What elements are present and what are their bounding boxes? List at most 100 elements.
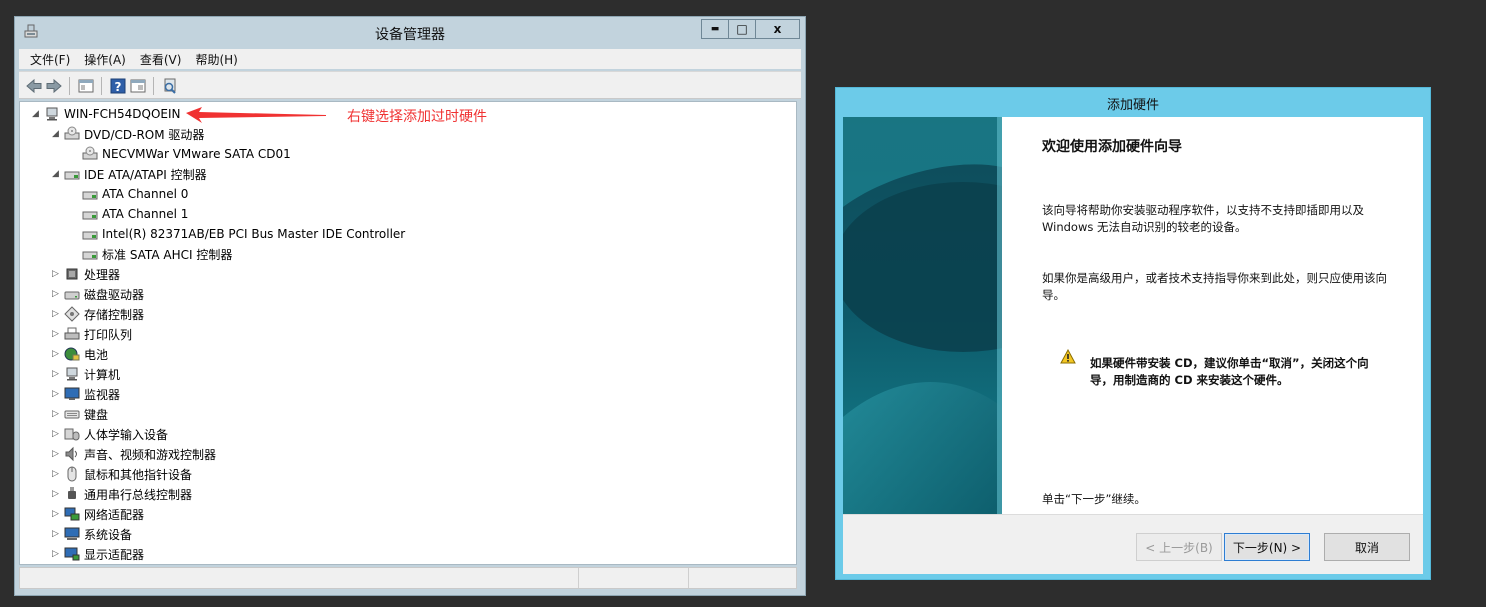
toolbar-separator bbox=[153, 77, 154, 95]
device-tree-row[interactable]: ◢ DVD/CD-ROM 驱动器 bbox=[52, 124, 205, 144]
wizard-banner bbox=[843, 117, 1002, 514]
device-tree-row[interactable]: ▷ 存储控制器 bbox=[52, 304, 145, 324]
back-button[interactable]: < 上一步(B) bbox=[1136, 533, 1222, 561]
processor-icon bbox=[66, 268, 78, 280]
expand-arrow-icon[interactable]: ▷ bbox=[52, 389, 62, 399]
menu-action[interactable]: 操作(A) bbox=[77, 51, 133, 68]
device-tree-row[interactable]: ▷ 电池 bbox=[52, 344, 108, 364]
expand-arrow-icon[interactable]: ▷ bbox=[52, 309, 62, 319]
maximize-button[interactable]: □ bbox=[728, 19, 755, 39]
device-tree-row[interactable]: ▷ 磁盘驱动器 bbox=[52, 284, 145, 304]
expand-arrow-icon[interactable]: ▷ bbox=[52, 349, 62, 359]
device-tree-label: WIN-FCH54DQOEIN bbox=[64, 107, 181, 121]
expand-arrow-icon[interactable]: ▷ bbox=[52, 549, 62, 559]
device-tree-row[interactable]: ▷ 键盘 bbox=[52, 404, 108, 424]
battery-icon bbox=[64, 347, 80, 361]
device-tree-label: DVD/CD-ROM 驱动器 bbox=[84, 127, 205, 142]
device-tree-label: 计算机 bbox=[84, 367, 121, 382]
help-icon[interactable]: ? bbox=[109, 77, 127, 95]
expand-arrow-icon[interactable]: ▷ bbox=[52, 369, 62, 379]
device-tree-label: 鼠标和其他指针设备 bbox=[84, 467, 193, 482]
collapse-arrow-icon[interactable]: ◢ bbox=[32, 109, 42, 119]
device-tree-row[interactable]: ATA Channel 1 bbox=[82, 204, 188, 224]
expand-arrow-icon[interactable]: ▷ bbox=[52, 509, 62, 519]
expand-arrow-icon[interactable]: ▷ bbox=[52, 429, 62, 439]
device-tree-label: 存储控制器 bbox=[84, 307, 145, 322]
device-tree-row[interactable]: ▷ 鼠标和其他指针设备 bbox=[52, 464, 193, 484]
device-tree-label: 声音、视频和游戏控制器 bbox=[84, 447, 217, 462]
device-tree-row[interactable]: ▷ 处理器 bbox=[52, 264, 121, 284]
close-icon: x bbox=[773, 22, 782, 36]
wizard-continue-text: 单击“下一步”继续。 bbox=[1042, 492, 1146, 506]
hid-icon bbox=[64, 428, 80, 441]
device-tree-label: ATA Channel 1 bbox=[102, 207, 189, 221]
device-tree-row[interactable]: ▷ 打印队列 bbox=[52, 324, 132, 344]
cancel-button[interactable]: 取消 bbox=[1324, 533, 1410, 561]
expand-arrow-icon[interactable]: ▷ bbox=[52, 529, 62, 539]
device-tree-row[interactable]: ◢ IDE ATA/ATAPI 控制器 bbox=[52, 164, 207, 184]
expand-arrow-icon[interactable]: ▷ bbox=[52, 449, 62, 459]
menu-file[interactable]: 文件(F) bbox=[23, 51, 77, 68]
status-segment bbox=[688, 568, 796, 588]
title-bar[interactable]: 设备管理器 ▬ □ x bbox=[15, 17, 805, 47]
wizard-heading: 欢迎使用添加硬件向导 bbox=[1042, 139, 1182, 155]
device-tree-row[interactable]: ▷ 声音、视频和游戏控制器 bbox=[52, 444, 217, 464]
device-tree[interactable]: ◢ WIN-FCH54DQOEIN ◢ DVD/CD-ROM 驱动器 NECVMWar … bbox=[19, 101, 797, 565]
update-driver-icon[interactable] bbox=[129, 77, 147, 95]
device-tree-row[interactable]: ▷ 人体学输入设备 bbox=[52, 424, 168, 444]
expand-arrow-icon[interactable]: ▷ bbox=[52, 489, 62, 499]
device-tree-label: 显示适配器 bbox=[84, 547, 145, 562]
menu-view[interactable]: 查看(V) bbox=[133, 51, 189, 68]
device-tree-label: Intel(R) 82371AB/EB PCI Bus Master IDE C… bbox=[102, 227, 406, 241]
device-tree-row[interactable]: NECVMWar VMware SATA CD01 bbox=[82, 144, 291, 164]
device-tree-label: IDE ATA/ATAPI 控制器 bbox=[84, 167, 207, 182]
device-tree-label: 系统设备 bbox=[84, 527, 133, 542]
device-tree-label: 通用串行总线控制器 bbox=[84, 487, 193, 502]
dvd-drive-icon bbox=[64, 126, 80, 140]
expand-arrow-icon[interactable]: ▷ bbox=[52, 289, 62, 299]
minimize-icon: ▬ bbox=[710, 24, 720, 34]
status-segment bbox=[578, 568, 688, 588]
annotation-text: 右键选择添加过时硬件 bbox=[347, 109, 487, 125]
device-tree-row[interactable]: 标准 SATA AHCI 控制器 bbox=[82, 244, 232, 264]
toolbar-separator bbox=[69, 77, 70, 95]
expand-arrow-icon[interactable]: ▷ bbox=[52, 269, 62, 279]
expand-arrow-icon[interactable]: ▷ bbox=[52, 409, 62, 419]
warning-icon bbox=[1060, 349, 1076, 364]
dvd-drive-icon bbox=[82, 146, 98, 160]
expand-arrow-icon[interactable]: ▷ bbox=[52, 329, 62, 339]
scan-hardware-icon[interactable] bbox=[161, 77, 179, 95]
device-tree-row[interactable]: ▷ 通用串行总线控制器 bbox=[52, 484, 193, 504]
monitor-icon bbox=[64, 387, 80, 400]
ide-controller-icon bbox=[64, 171, 80, 180]
device-tree-label: 磁盘驱动器 bbox=[84, 287, 145, 302]
expand-arrow-icon[interactable]: ▷ bbox=[52, 469, 62, 479]
close-button[interactable]: x bbox=[755, 19, 800, 39]
computer-icon bbox=[66, 367, 78, 381]
device-tree-label: 标准 SATA AHCI 控制器 bbox=[102, 247, 233, 262]
device-tree-row[interactable]: ◢ WIN-FCH54DQOEIN bbox=[32, 104, 181, 124]
menu-help[interactable]: 帮助(H) bbox=[188, 51, 244, 68]
device-tree-row[interactable]: Intel(R) 82371AB/EB PCI Bus Master IDE C… bbox=[82, 224, 405, 244]
collapse-arrow-icon[interactable]: ◢ bbox=[52, 169, 62, 179]
printer-icon bbox=[64, 327, 80, 340]
device-tree-row[interactable]: ATA Channel 0 bbox=[82, 184, 188, 204]
device-tree-row[interactable]: ▷ 显示适配器 bbox=[52, 544, 145, 564]
device-tree-label: 网络适配器 bbox=[84, 507, 145, 522]
annotation-arrow-icon bbox=[186, 107, 326, 123]
add-hardware-wizard: 添加硬件 欢迎使用添加硬件向导 该向导将帮助你安装驱动程序软件，以支持不支持即插… bbox=[835, 87, 1431, 580]
minimize-button[interactable]: ▬ bbox=[701, 19, 728, 39]
device-tree-label: 处理器 bbox=[84, 267, 121, 282]
forward-arrow-icon[interactable] bbox=[45, 77, 63, 95]
keyboard-icon bbox=[64, 410, 80, 419]
device-tree-row[interactable]: ▷ 计算机 bbox=[52, 364, 121, 384]
device-tree-row[interactable]: ▷ 监视器 bbox=[52, 384, 120, 404]
next-button[interactable]: 下一步(N) > bbox=[1224, 533, 1310, 561]
device-tree-row[interactable]: ▷ 网络适配器 bbox=[52, 504, 145, 524]
back-arrow-icon[interactable] bbox=[25, 77, 43, 95]
wizard-warning-text: 如果硬件带安装 CD，建议你单击“取消”，关闭这个向导，用制造商的 CD 来安装… bbox=[1090, 356, 1369, 387]
computer-icon bbox=[46, 107, 58, 121]
device-tree-row[interactable]: ▷ 系统设备 bbox=[52, 524, 133, 544]
properties-icon[interactable] bbox=[77, 77, 95, 95]
collapse-arrow-icon[interactable]: ◢ bbox=[52, 129, 62, 139]
